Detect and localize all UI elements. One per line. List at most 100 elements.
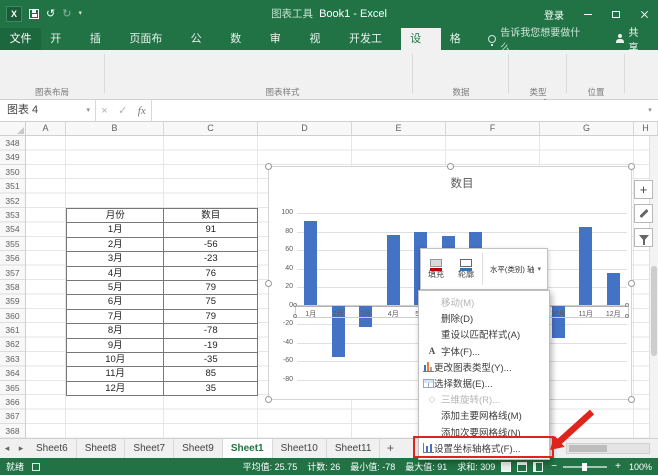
table-cell[interactable]: 9月 [67, 339, 164, 353]
row-header-354[interactable]: 354 [0, 222, 25, 236]
zoom-in-button[interactable]: + [615, 462, 621, 472]
chart-title[interactable]: 数目 [297, 175, 627, 191]
chart-bar[interactable] [387, 235, 400, 305]
sign-in-button[interactable]: 登录 [534, 7, 574, 22]
sheet-tab-sheet9[interactable]: Sheet9 [174, 439, 223, 458]
row-header-368[interactable]: 368 [0, 424, 25, 438]
table-cell[interactable]: 79 [164, 310, 258, 324]
macro-record-icon[interactable] [32, 463, 40, 471]
horizontal-scrollbar-thumb[interactable] [569, 445, 607, 452]
tab-home[interactable]: 开始 [41, 28, 81, 50]
tab-page-layout[interactable]: 页面布局 [120, 28, 181, 50]
share-button[interactable]: 共享 [605, 28, 658, 50]
table-cell[interactable]: 5月 [67, 281, 164, 295]
chart-selection-handle[interactable] [265, 396, 272, 403]
row-header-361[interactable]: 361 [0, 323, 25, 337]
tab-data[interactable]: 数据 [221, 28, 261, 50]
row-header-358[interactable]: 358 [0, 280, 25, 294]
context-menu-item[interactable]: 删除(D) [419, 310, 549, 326]
row-header-366[interactable]: 366 [0, 395, 25, 409]
table-cell[interactable]: -56 [164, 238, 258, 252]
sheet-nav-right-icon[interactable]: ▸ [14, 439, 28, 458]
horizontal-scrollbar[interactable] [566, 443, 650, 454]
outline-color-button[interactable]: 轮廓 [451, 249, 481, 289]
table-cell[interactable]: 2月 [67, 238, 164, 252]
excel-app-icon[interactable]: X [6, 6, 22, 22]
chart-element-dropdown[interactable]: 水平(类别) 轴 ▾ [484, 249, 547, 289]
table-cell[interactable]: 10月 [67, 353, 164, 367]
table-cell[interactable]: 85 [164, 367, 258, 381]
table-cell[interactable]: 8月 [67, 324, 164, 338]
table-cell[interactable]: 1月 [67, 223, 164, 237]
row-header-355[interactable]: 355 [0, 237, 25, 251]
tab-developer[interactable]: 开发工具 [340, 28, 401, 50]
context-menu-item[interactable]: 重设以匹配样式(A) [419, 326, 549, 342]
table-cell[interactable]: 12月 [67, 382, 164, 396]
chart-selection-handle[interactable] [628, 163, 635, 170]
chart-elements-button[interactable]: + [634, 180, 653, 199]
row-header-352[interactable]: 352 [0, 194, 25, 208]
table-cell[interactable]: -19 [164, 339, 258, 353]
normal-view-icon[interactable] [501, 462, 511, 472]
tell-me-box[interactable]: 告诉我您想要做什么... [480, 28, 604, 50]
row-header-363[interactable]: 363 [0, 352, 25, 366]
chart-bar[interactable] [579, 227, 592, 306]
row-header-362[interactable]: 362 [0, 337, 25, 351]
zoom-out-button[interactable]: − [551, 462, 557, 472]
sheet-tab-sheet11[interactable]: Sheet11 [327, 439, 381, 458]
page-layout-view-icon[interactable] [517, 462, 527, 472]
row-header-353[interactable]: 353 [0, 208, 25, 222]
fill-color-button[interactable]: 填充 [421, 249, 451, 289]
maximize-button[interactable] [602, 0, 630, 28]
column-header-B[interactable]: B [66, 122, 164, 135]
table-cell[interactable]: 35 [164, 382, 258, 396]
table-cell[interactable]: -23 [164, 252, 258, 266]
zoom-slider-thumb[interactable] [582, 463, 587, 471]
context-menu-item[interactable]: 设置坐标轴格式(F)... [419, 440, 549, 456]
chart-filters-button[interactable] [634, 228, 653, 247]
column-header-G[interactable]: G [540, 122, 634, 135]
name-box[interactable]: 图表 4 ▾ [0, 100, 96, 121]
column-header-D[interactable]: D [258, 122, 352, 135]
tab-review[interactable]: 审阅 [261, 28, 301, 50]
row-header-359[interactable]: 359 [0, 294, 25, 308]
insert-function-icon[interactable]: fx [138, 105, 146, 117]
row-header-350[interactable]: 350 [0, 165, 25, 179]
row-header-367[interactable]: 367 [0, 409, 25, 423]
table-cell[interactable]: 91 [164, 223, 258, 237]
column-header-F[interactable]: F [446, 122, 540, 135]
zoom-slider[interactable] [563, 466, 607, 468]
column-header-A[interactable]: A [26, 122, 66, 135]
chart-selection-handle[interactable] [447, 163, 454, 170]
sheet-tab-sheet6[interactable]: Sheet6 [28, 439, 77, 458]
table-cell[interactable]: 7月 [67, 310, 164, 324]
name-box-caret-icon[interactable]: ▾ [86, 100, 90, 121]
context-menu-item[interactable]: 更改图表类型(Y)... [419, 359, 549, 375]
row-header-349[interactable]: 349 [0, 150, 25, 164]
sheet-tab-sheet8[interactable]: Sheet8 [77, 439, 126, 458]
context-menu-item[interactable]: A字体(F)... [419, 343, 549, 359]
table-cell[interactable]: 11月 [67, 367, 164, 381]
tab-chart-design[interactable]: 设计 [401, 28, 441, 50]
chart-selection-handle[interactable] [265, 163, 272, 170]
tab-formulas[interactable]: 公式 [182, 28, 222, 50]
new-sheet-button[interactable]: + [380, 439, 400, 458]
table-cell[interactable]: 6月 [67, 295, 164, 309]
chart-styles-button[interactable] [634, 204, 653, 223]
context-menu-item[interactable]: 选择数据(E)... [419, 375, 549, 391]
redo-icon[interactable]: ↻ [62, 0, 71, 28]
row-header-360[interactable]: 360 [0, 309, 25, 323]
row-header-351[interactable]: 351 [0, 179, 25, 193]
tab-view[interactable]: 视图 [300, 28, 340, 50]
table-cell[interactable]: -35 [164, 353, 258, 367]
chart-selection-handle[interactable] [628, 280, 635, 287]
select-all-corner[interactable] [0, 122, 26, 136]
sheet-tab-sheet1-active[interactable]: Sheet1 [223, 439, 273, 458]
chart-bar[interactable] [304, 221, 317, 305]
undo-icon[interactable]: ↺ [46, 0, 55, 28]
cancel-formula-icon[interactable]: × [101, 105, 107, 117]
sheet-tab-sheet7[interactable]: Sheet7 [125, 439, 174, 458]
vertical-scrollbar-thumb[interactable] [651, 266, 657, 356]
enter-formula-icon[interactable]: ✓ [118, 104, 127, 117]
formula-input[interactable] [152, 100, 642, 121]
